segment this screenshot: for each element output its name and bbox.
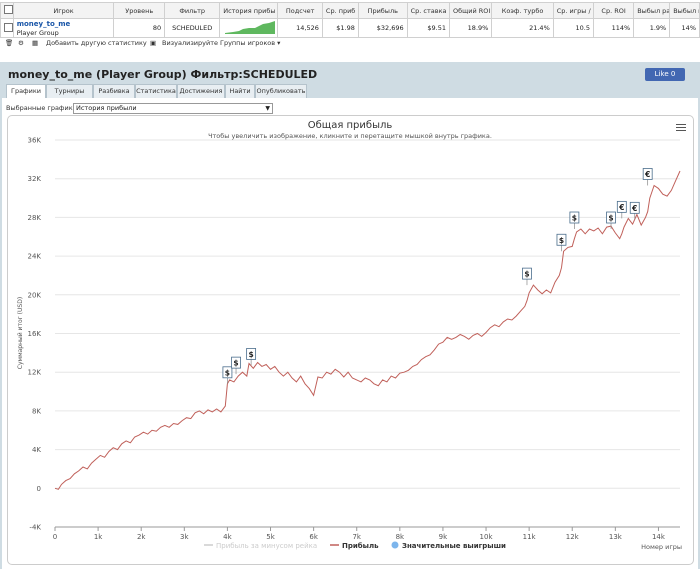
table-toolbar: 🗑 ⚙ ▦ Добавить другую статистику ▣ Визуа… [0, 37, 700, 49]
chart-select-dropdown[interactable]: История прибыли ▼ [73, 103, 273, 114]
filter-cell: SCHEDULED [164, 18, 221, 38]
settings-icon[interactable]: ⚙ [18, 39, 24, 47]
early-out-cell: 1.9% [633, 18, 671, 38]
player-name-link[interactable]: money_to_me [17, 20, 111, 29]
col-header-count[interactable]: Подсчет [277, 2, 323, 19]
panel-title: money_to_me (Player Group) Фильтр:SCHEDU… [8, 68, 318, 81]
select-all-checkbox[interactable] [0, 2, 14, 19]
avg-stake-cell: $9.51 [406, 18, 450, 38]
col-header-level[interactable]: Уровень [113, 2, 166, 19]
profit-history-sparkline[interactable] [219, 18, 279, 38]
avg-profit-cell: $1.98 [321, 18, 359, 38]
tab-charts[interactable]: Графики [6, 84, 46, 99]
col-header-turbo-ratio[interactable]: Коэф. турбо [491, 2, 554, 19]
tab-tournaments[interactable]: Турниры [46, 84, 93, 98]
visualize-icon: ▣ [150, 39, 157, 47]
chart-container[interactable] [7, 115, 694, 565]
table-header-row: Игрок Уровень Фильтр История прибы Подсч… [0, 2, 700, 19]
col-header-late-out[interactable]: Выбыл п [669, 2, 700, 19]
tab-statistics[interactable]: Статистика [135, 84, 177, 98]
count-cell: 14,526 [277, 18, 323, 38]
add-stats-link[interactable]: Добавить другую статистику [46, 39, 147, 47]
chart-select-value: История прибыли [76, 104, 137, 112]
col-header-filter[interactable]: Фильтр [164, 2, 221, 19]
profit-cell: $32,696 [357, 18, 408, 38]
chart-menu-icon[interactable] [676, 122, 686, 133]
visualize-link[interactable]: Визуализируйте [162, 39, 218, 47]
tab-find[interactable]: Найти [225, 84, 255, 98]
col-header-profit[interactable]: Прибыль [357, 2, 408, 19]
trash-icon[interactable]: 🗑 [5, 39, 13, 47]
facebook-like-button[interactable]: Like 0 [645, 68, 685, 81]
player-groups-dropdown[interactable]: Группы игроков ▾ [220, 39, 280, 47]
tab-achievements[interactable]: Достижения [177, 84, 225, 98]
player-group-label: Player Group [16, 28, 59, 37]
avg-games-cell: 10.5 [552, 18, 594, 38]
row-checkbox[interactable] [0, 18, 14, 38]
player-stats-table: Игрок Уровень Фильтр История прибы Подсч… [0, 2, 700, 38]
col-header-avg-roi[interactable]: Ср. ROI [592, 2, 635, 19]
col-header-avg-stake[interactable]: Ср. ставка [406, 2, 450, 19]
tab-publish[interactable]: Опубликовать [255, 84, 307, 98]
col-header-early-out[interactable]: Выбыл рано [633, 2, 671, 19]
level-cell: 80 [113, 18, 166, 38]
col-header-avg-games[interactable]: Ср. игры / ... [552, 2, 594, 19]
tab-breakdown[interactable]: Разбивка [93, 84, 135, 98]
col-header-player[interactable]: Игрок [12, 2, 115, 19]
chevron-down-icon: ▼ [265, 105, 270, 112]
turbo-ratio-cell: 21.4% [491, 18, 554, 38]
avg-roi-cell: 114% [592, 18, 635, 38]
chart-select-label: Выбранные графики: [6, 104, 80, 112]
table-row: money_to_me Player Group 80 SCHEDULED 14… [0, 18, 700, 38]
col-header-profit-history[interactable]: История прибы [219, 2, 279, 19]
total-roi-cell: 18.9% [448, 18, 493, 38]
col-header-avg-profit[interactable]: Ср. приб [321, 2, 359, 19]
player-cell: money_to_me Player Group [12, 18, 115, 38]
add-stat-icon: ▦ [32, 39, 39, 47]
col-header-total-roi[interactable]: Общий ROI [448, 2, 493, 19]
late-out-cell: 14% [669, 18, 700, 38]
sparkline-chart [225, 21, 276, 34]
